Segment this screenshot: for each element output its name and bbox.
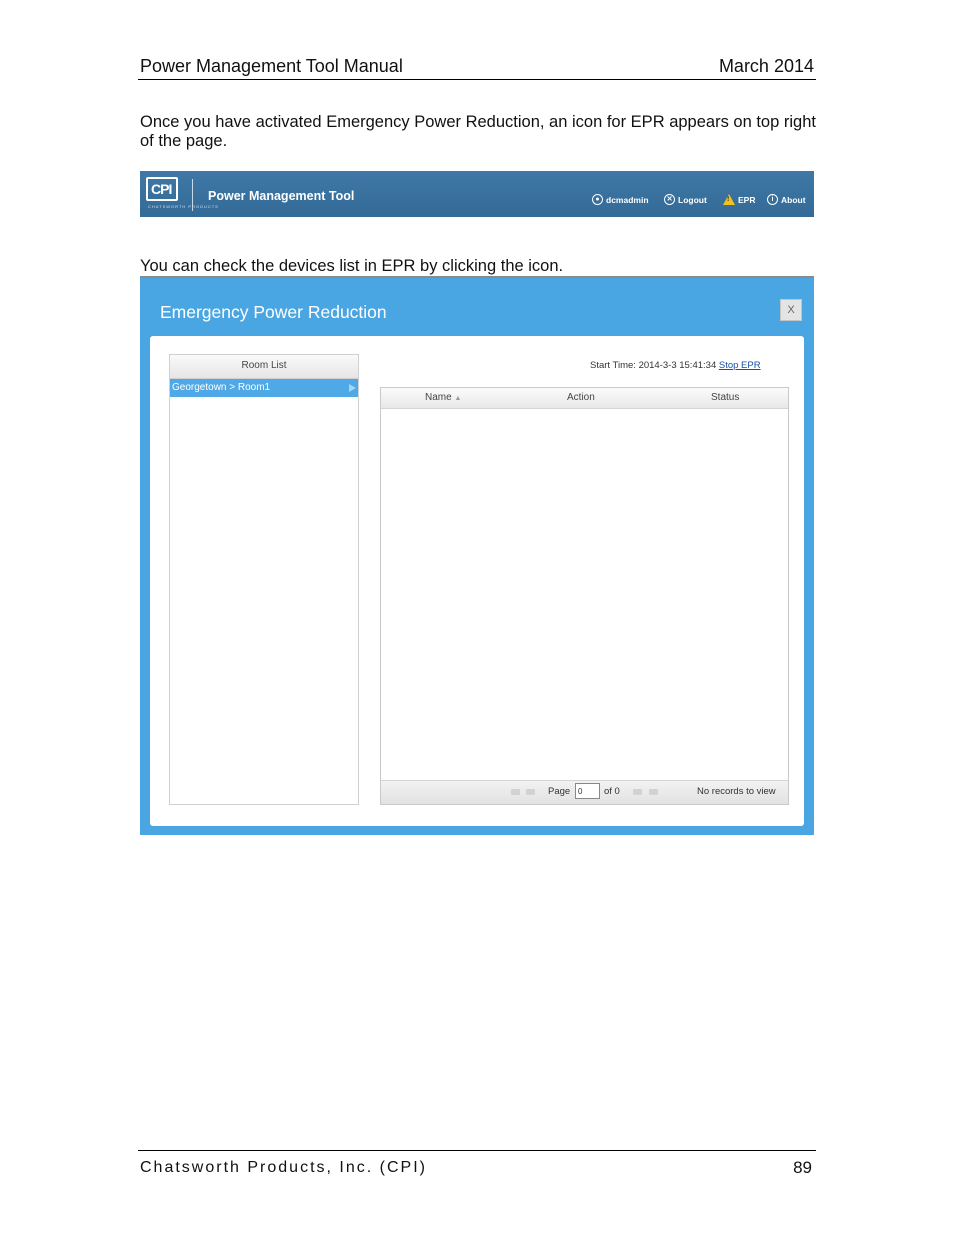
cpi-logo: CPI <box>146 177 178 201</box>
column-action[interactable]: Action <box>567 392 595 403</box>
intro-paragraph: Once you have activated Emergency Power … <box>140 113 816 150</box>
dialog-title: Emergency Power Reduction <box>160 302 387 322</box>
logo-subtitle: CHATSWORTH PRODUCTS <box>148 204 219 209</box>
start-time-label: Start Time: <box>590 360 636 371</box>
epr-link[interactable]: ! EPR <box>723 194 755 205</box>
room-list-item-label: Georgetown > Room1 <box>172 382 271 393</box>
page-input[interactable] <box>575 783 600 799</box>
records-info: No records to view <box>697 786 776 797</box>
column-name[interactable]: Name ▲ <box>425 392 461 403</box>
next-page-icon[interactable] <box>633 789 642 795</box>
close-button[interactable]: X <box>780 299 802 321</box>
logout-label: Logout <box>678 194 707 205</box>
stop-epr-link[interactable]: Stop EPR <box>719 360 761 371</box>
page-number: 89 <box>793 1158 812 1177</box>
epr-dialog: Emergency Power Reduction X Room List Ge… <box>140 276 814 835</box>
last-page-icon[interactable] <box>649 789 658 795</box>
first-page-icon[interactable] <box>511 789 520 795</box>
banner-separator <box>192 179 193 211</box>
warning-icon: ! <box>723 194 735 205</box>
grid-header: Name ▲ Action Status <box>381 388 788 409</box>
header-divider <box>138 79 816 80</box>
room-list-item[interactable]: Georgetown > Room1 <box>170 379 358 397</box>
user-menu[interactable]: ● dcmadmin <box>592 194 649 205</box>
about-link[interactable]: i About <box>767 194 806 205</box>
footer-company: Chatsworth Products, Inc. (CPI) <box>140 1159 427 1176</box>
app-banner: CPI CHATSWORTH PRODUCTS Power Management… <box>140 171 814 217</box>
column-name-label: Name <box>425 392 452 403</box>
about-label: About <box>781 194 806 205</box>
page-label: Page <box>548 786 571 797</box>
dialog-body: Room List Georgetown > Room1 Start Time:… <box>150 336 804 826</box>
prev-page-icon[interactable] <box>526 789 535 795</box>
close-circle-icon: ✕ <box>664 194 675 205</box>
check-paragraph: You can check the devices list in EPR by… <box>140 257 564 275</box>
room-list-panel: Room List Georgetown > Room1 <box>169 354 359 805</box>
room-list-header: Room List <box>170 355 358 379</box>
grid-pager: Page of 0 No records to view <box>381 780 788 804</box>
device-grid: Name ▲ Action Status Page of 0 No record… <box>380 387 789 805</box>
start-time-line: Start Time: 2014-3-3 15:41:34 Stop EPR <box>590 360 761 371</box>
manual-date: March 2014 <box>718 56 814 76</box>
logo-text: CPI <box>151 181 172 197</box>
footer-divider <box>138 1150 816 1151</box>
sort-asc-icon: ▲ <box>454 395 462 402</box>
start-time-value: 2014-3-3 15:41:34 <box>638 360 717 371</box>
epr-label: EPR <box>738 194 756 205</box>
logout-link[interactable]: ✕ Logout <box>664 194 707 205</box>
page-total: of 0 <box>604 786 620 797</box>
app-title: Power Management Tool <box>208 189 355 203</box>
manual-title: Power Management Tool Manual <box>140 56 403 76</box>
user-name: dcmadmin <box>606 194 649 205</box>
arrow-right-icon <box>349 384 356 392</box>
user-icon: ● <box>592 194 603 205</box>
column-status[interactable]: Status <box>711 392 739 403</box>
info-icon: i <box>767 194 778 205</box>
